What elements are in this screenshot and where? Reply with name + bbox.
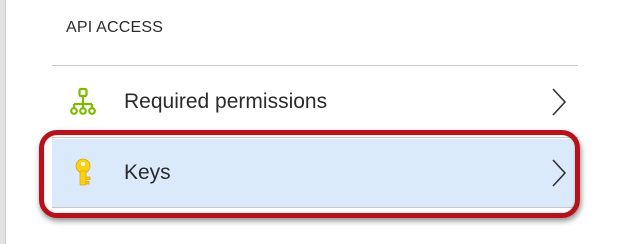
divider: [52, 207, 578, 208]
menu-item-keys[interactable]: Keys: [52, 139, 578, 207]
section-title: API ACCESS: [66, 19, 164, 36]
divider: [52, 137, 578, 138]
key-icon: [75, 158, 91, 186]
hierarchy-network-icon: [70, 87, 96, 115]
chevron-right-icon: [552, 159, 567, 187]
divider: [52, 65, 578, 66]
blade-left-border: [0, 0, 6, 244]
menu-item-required-permissions[interactable]: Required permissions: [52, 68, 578, 136]
chevron-right-icon: [552, 88, 567, 116]
menu-item-label: Required permissions: [124, 90, 328, 113]
menu-item-label: Keys: [124, 161, 171, 184]
